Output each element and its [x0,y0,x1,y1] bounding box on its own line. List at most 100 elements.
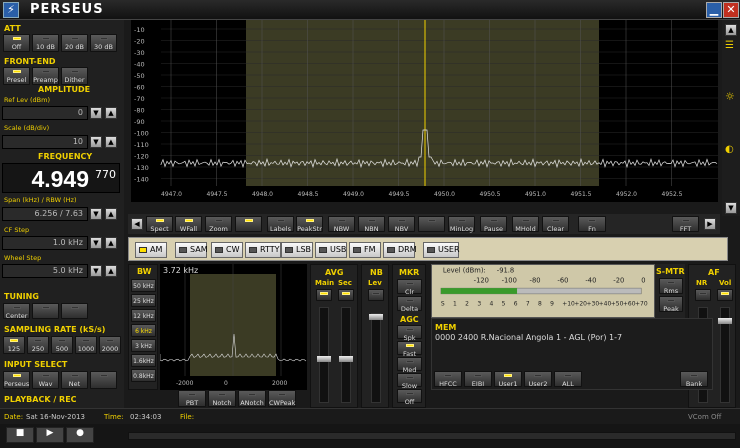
att-button-0[interactable]: Off [3,34,30,52]
ref-level-field[interactable]: 0 [2,106,88,120]
input-button-2[interactable]: Net [61,371,88,389]
toolbar-button-0[interactable]: Spect [146,216,173,233]
att-button-3[interactable]: 30 dB [90,34,117,52]
wheel-step-field[interactable]: 5.0 kHz [2,264,88,278]
mem-button-0[interactable]: HFCC [434,371,462,388]
list-icon[interactable]: ☰ [725,40,734,51]
ref-down-icon[interactable]: ▼ [90,107,102,119]
audio-tool-3[interactable]: CWPeak [268,390,296,407]
input-button-3[interactable] [90,371,117,389]
mode-sam[interactable]: SAM [175,242,208,258]
mem-button-1[interactable]: EIBI [464,371,492,388]
avg-main-slider[interactable] [317,307,331,403]
frontend-button-1[interactable]: Preamp [32,67,59,85]
cf-step-field[interactable]: 1.0 kHz [2,236,88,250]
agc-button-4[interactable]: Off [397,389,422,406]
att-button-1[interactable]: 10 dB [32,34,59,52]
bw-button-2[interactable]: 12 kHz [131,309,156,322]
toolbar-button-9[interactable] [418,216,445,232]
sampling-button-4[interactable]: 2000 [99,336,121,354]
minimize-icon[interactable]: ▁ [706,2,722,18]
span-up-icon[interactable]: ▲ [105,208,117,220]
mkr-button-1[interactable]: Delta [397,296,422,313]
sampling-button-1[interactable]: 250 [27,336,49,354]
perseus-icon[interactable]: ⚡ [3,2,19,18]
cf-down-icon[interactable]: ▼ [90,237,102,249]
agc-button-1[interactable]: Fast [397,341,422,358]
audio-tool-0[interactable]: PBT [178,390,206,407]
close-icon[interactable]: ✕ [723,2,739,18]
toolbar-button-11[interactable]: Pause [480,216,507,233]
bw-button-6[interactable]: 0.8kHz [131,369,156,382]
agc-button-3[interactable]: Slow [397,373,422,390]
input-button-1[interactable]: Wav [32,371,59,389]
nb-button[interactable] [368,289,384,301]
toolbar-button-12[interactable]: MHold [512,216,539,233]
toolbar-right-icon[interactable]: ▶ [704,218,716,230]
bw-button-4[interactable]: 3 kHz [131,339,156,352]
att-button-2[interactable]: 20 dB [61,34,88,52]
mem-entry[interactable]: 0000 2400 R.Nacional Angola 1 - AGL (Por… [435,333,622,342]
mode-am[interactable]: AM [135,242,167,258]
mode-fm[interactable]: FM [349,242,381,258]
toolbar-button-4[interactable]: Labels [267,216,294,233]
toolbar-button-1[interactable]: WFall [175,216,202,233]
mem-button-5[interactable]: Bank [680,371,708,388]
toolbar-left-icon[interactable]: ◀ [131,218,143,230]
input-button-0[interactable]: Perseus [3,371,30,389]
bw-button-0[interactable]: 50 kHz [131,279,156,292]
ref-up-icon[interactable]: ▲ [105,107,117,119]
frontend-button-0[interactable]: Presel [3,67,30,85]
scale-down-icon[interactable]: ▼ [90,136,102,148]
audio-tool-2[interactable]: ANotch [238,390,266,407]
vol-button[interactable] [717,289,733,301]
avg-sec-button[interactable] [338,289,354,301]
mode-drm[interactable]: DRM [383,242,417,258]
toolbar-button-13[interactable]: Clear [542,216,569,233]
spectrum-display[interactable]: -10 -20 -30 -40 -50 -60 -70 -80 -90 -100 -110 -120 -… [131,20,718,202]
mem-button-4[interactable]: ALL [554,371,582,388]
play-icon[interactable]: ▶ [36,427,64,443]
frequency-display[interactable]: 4.949 770 [2,163,120,193]
agc-button-2[interactable]: Med [397,357,422,374]
mode-cw[interactable]: CW [211,242,243,258]
smtr-peak-button[interactable]: Peak [659,296,683,313]
audio-spectrum[interactable]: -2000 0 2000 [160,264,307,390]
sampling-button-2[interactable]: 500 [51,336,73,354]
mem-button-2[interactable]: User1 [494,371,522,388]
brightness-icon[interactable]: ☼ [725,90,735,103]
nr-button[interactable] [695,289,711,301]
tuning-button-2[interactable] [61,303,88,319]
wheel-up-icon[interactable]: ▲ [105,265,117,277]
playback-progress[interactable] [128,432,736,440]
record-icon[interactable]: ● [66,427,94,443]
tuning-button-1[interactable] [32,303,59,319]
nb-slider[interactable] [369,313,383,403]
sampling-button-0[interactable]: 125 [3,336,25,354]
span-field[interactable]: 6.256 / 7.63 [2,207,88,221]
avg-main-button[interactable] [316,289,332,301]
mkr-button-0[interactable]: Clr [397,279,422,296]
bw-button-1[interactable]: 25 kHz [131,294,156,307]
mode-rtty[interactable]: RTTY [245,242,281,258]
bw-button-5[interactable]: 1.6kHz [131,354,156,367]
tuning-button-0[interactable]: Center [3,303,30,320]
mem-button-3[interactable]: User2 [524,371,552,388]
volume-slider[interactable] [718,307,732,403]
stop-icon[interactable]: ■ [6,427,34,443]
toolbar-button-15[interactable]: FFT [672,216,699,233]
scale-up-icon[interactable]: ▲ [105,136,117,148]
audio-tool-1[interactable]: Notch [208,390,236,407]
contrast-icon[interactable]: ◐ [725,144,734,155]
scroll-up-icon[interactable]: ▲ [725,24,737,36]
toolbar-button-6[interactable]: NBW [328,216,355,233]
mode-usb[interactable]: USB [315,242,347,258]
cf-up-icon[interactable]: ▲ [105,237,117,249]
toolbar-button-7[interactable]: NBN [358,216,385,233]
scroll-down-icon[interactable]: ▼ [725,202,737,214]
span-down-icon[interactable]: ▼ [90,208,102,220]
sampling-button-3[interactable]: 1000 [75,336,97,354]
toolbar-button-14[interactable]: Fn [578,216,606,233]
toolbar-button-5[interactable]: PeakStr [296,216,323,233]
smtr-rms-button[interactable]: Rms [659,278,683,295]
